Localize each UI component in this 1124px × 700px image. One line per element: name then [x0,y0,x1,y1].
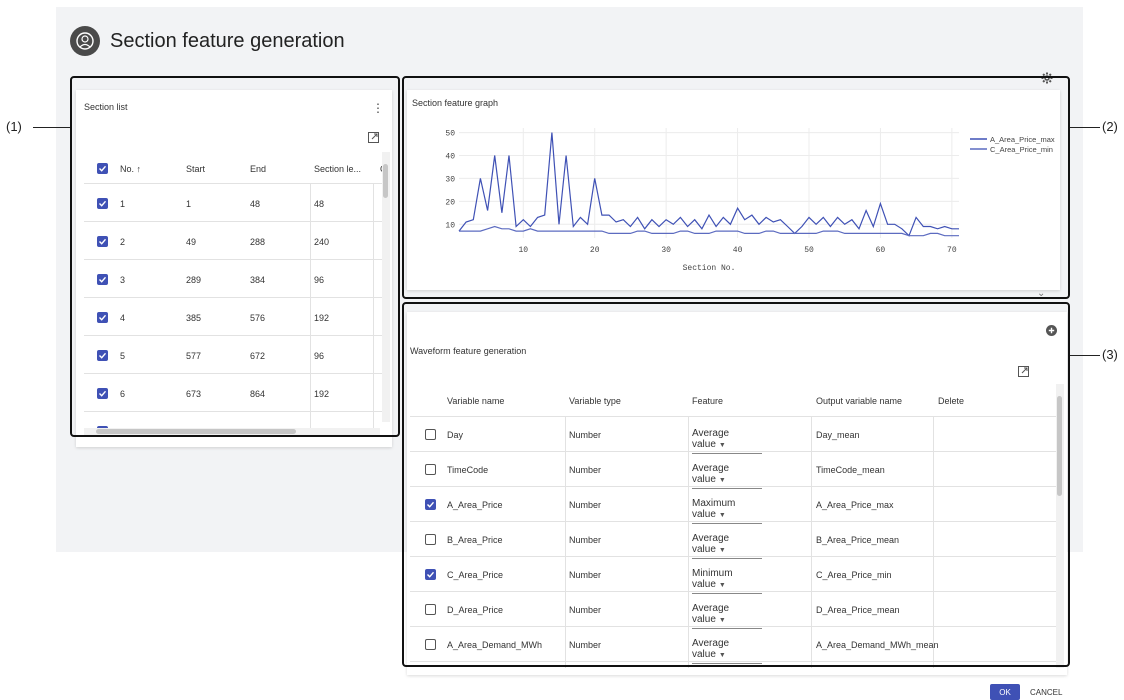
page-header: Section feature generation [70,25,345,57]
ok-button[interactable]: OK [990,684,1020,700]
callout-3: (3) [1102,347,1118,362]
callout-2: (2) [1102,119,1118,134]
callout-3-line [1070,355,1100,356]
callout-frame-3 [402,302,1070,667]
callout-1: (1) [6,119,22,134]
callout-frame-1 [70,76,400,437]
callout-frame-2 [402,76,1070,299]
cancel-button[interactable]: CANCEL [1030,684,1062,700]
callout-2-line [1070,127,1100,128]
page-title: Section feature generation [110,29,345,52]
callout-1-line [33,127,71,128]
app-logo-icon [70,26,100,56]
